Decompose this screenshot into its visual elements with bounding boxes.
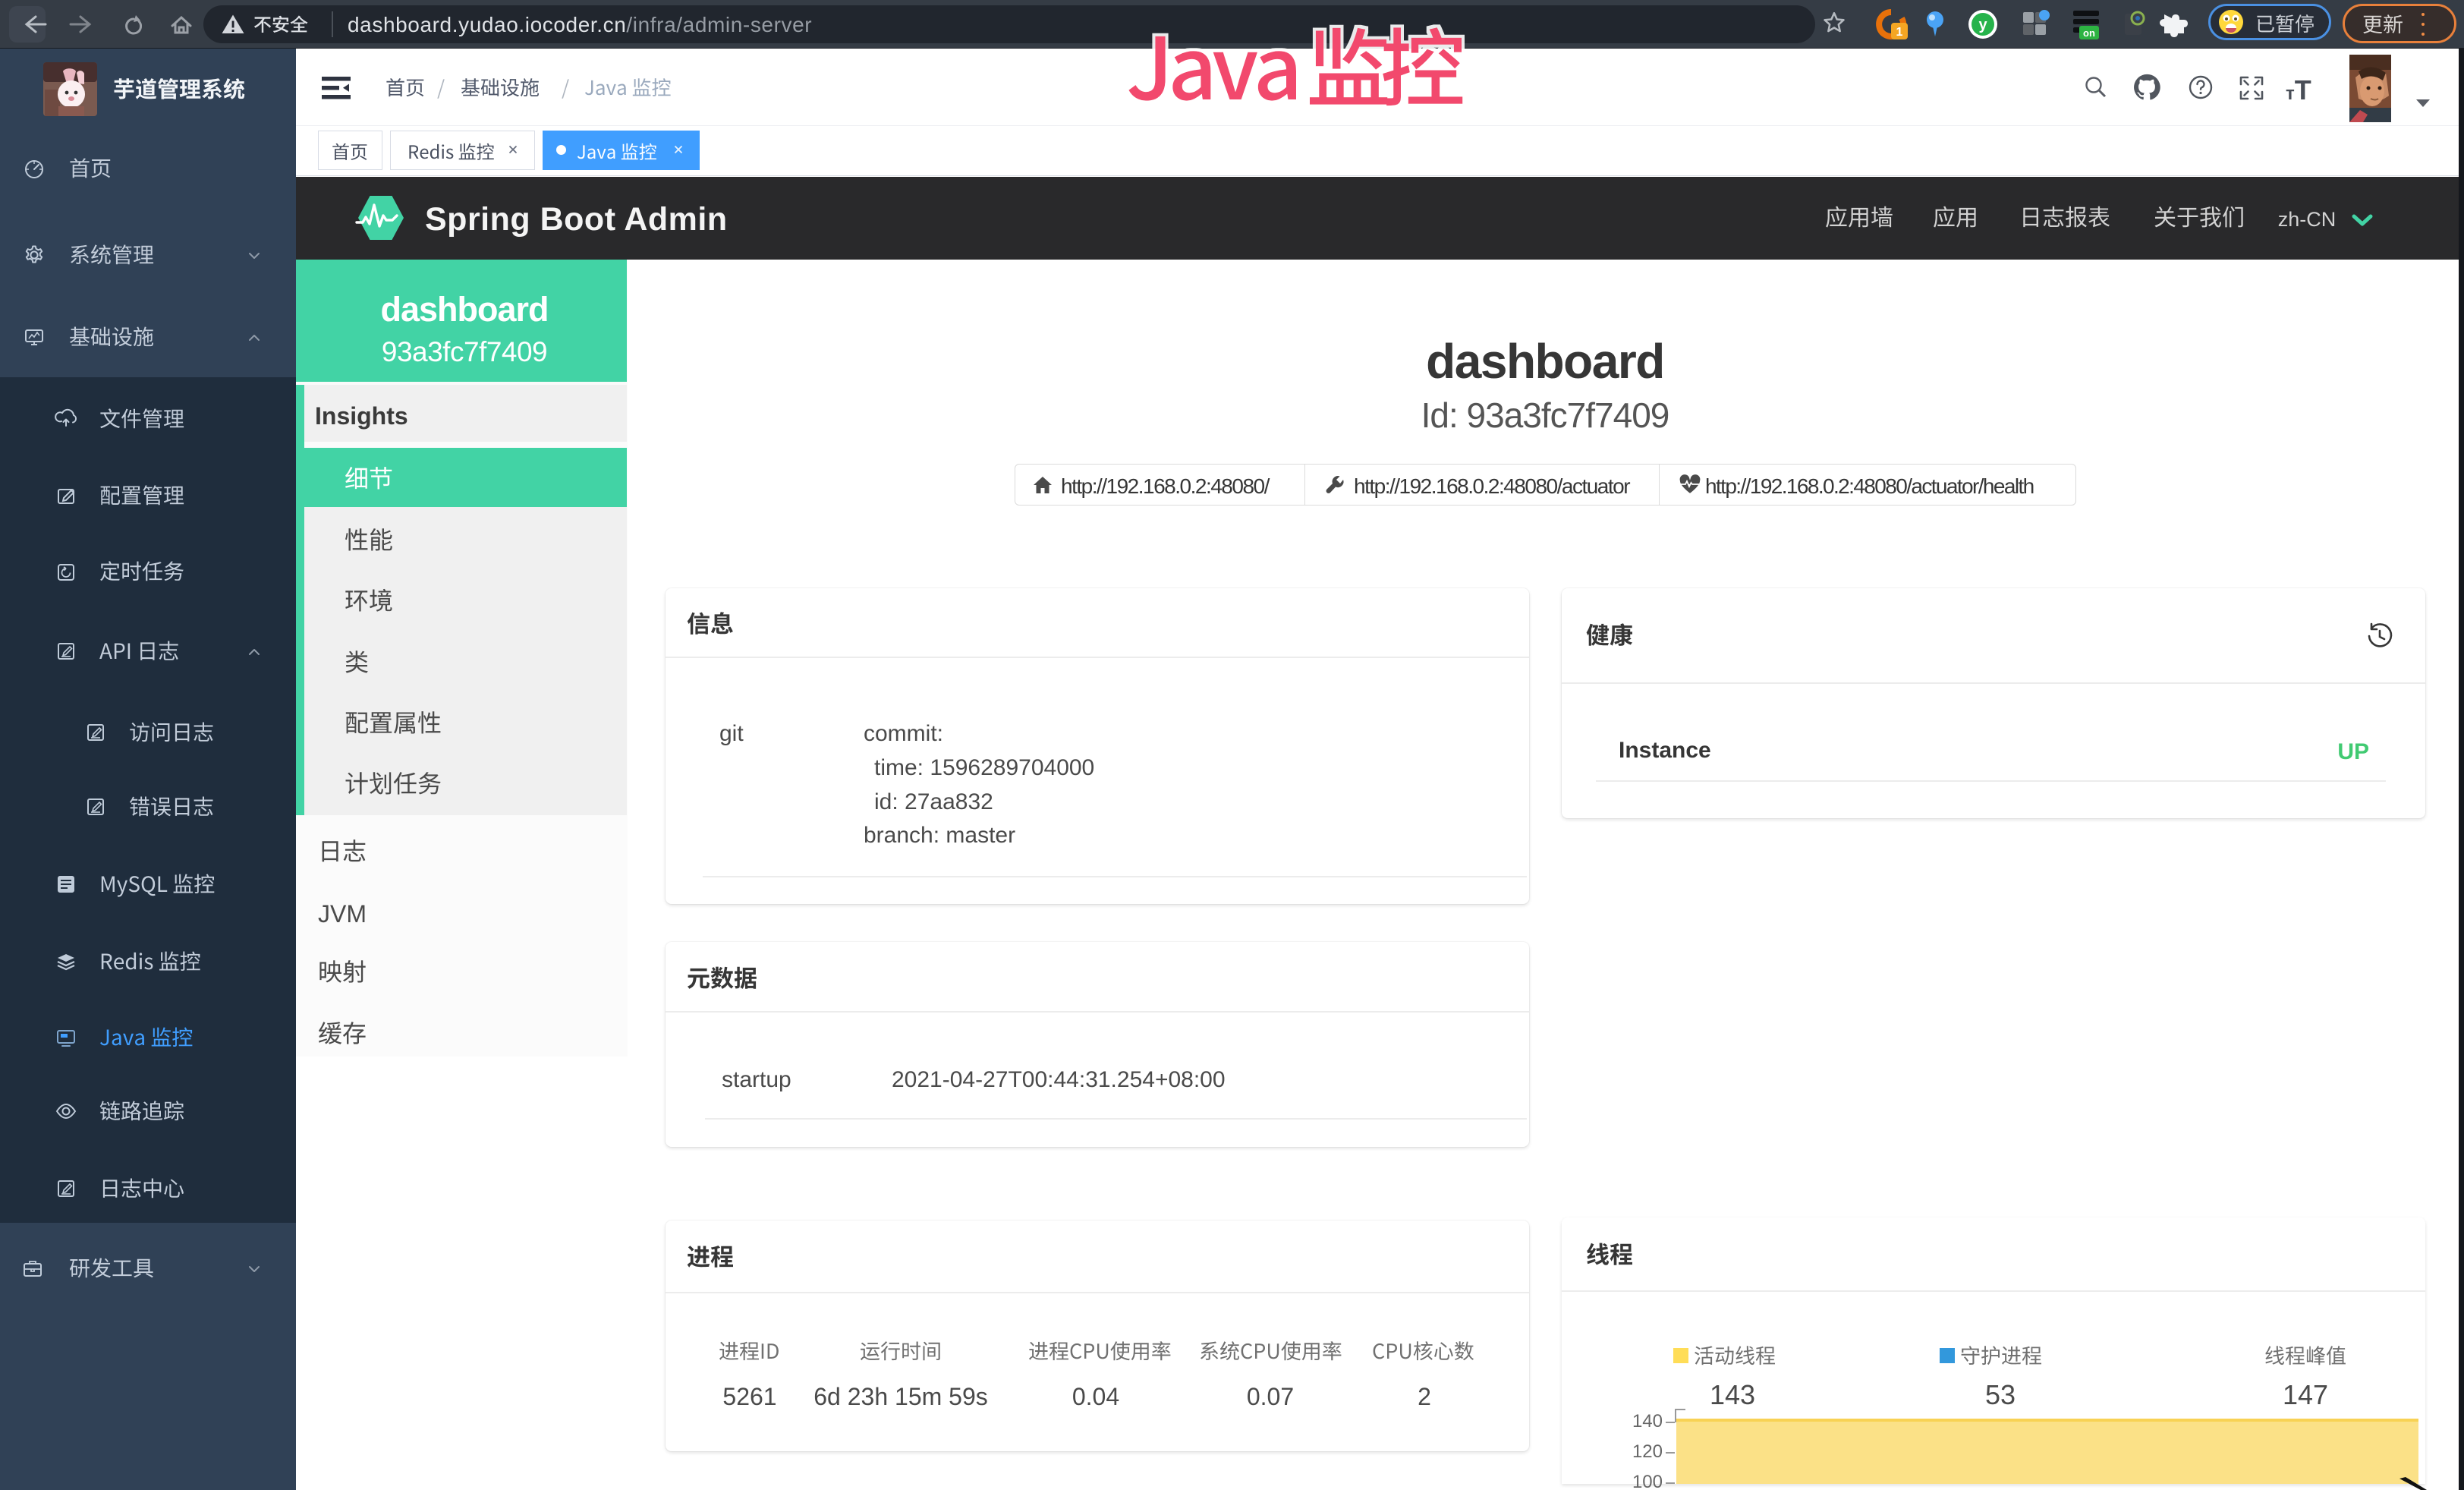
svg-text:1: 1 (1896, 26, 1903, 39)
svg-text:on: on (2083, 27, 2095, 39)
svg-text:y: y (1978, 17, 1987, 33)
